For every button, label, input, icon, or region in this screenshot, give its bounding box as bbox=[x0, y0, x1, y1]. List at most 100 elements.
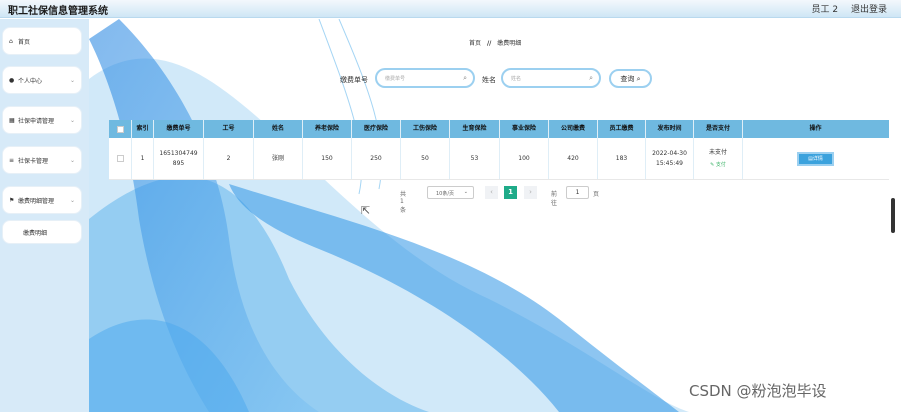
chevron-down-icon: ⌄ bbox=[69, 117, 75, 124]
top-right-menu: 员工 2 退出登录 bbox=[802, 2, 887, 15]
row-checkbox-cell[interactable] bbox=[109, 138, 132, 179]
header-cell: 医疗保险 bbox=[352, 120, 401, 138]
header-cell: 姓名 bbox=[254, 120, 303, 138]
checkbox[interactable] bbox=[116, 155, 124, 162]
table-header-row: 索引 缴费单号 工号 姓名 养老保险 医疗保险 工伤保险 生育保险 事业保险 公… bbox=[109, 120, 889, 138]
pager-total: 共 1 条 bbox=[400, 191, 407, 214]
search-icon: ⌕ bbox=[636, 75, 641, 83]
header-cell: 生育保险 bbox=[450, 120, 500, 138]
time-text: 15:45:49 bbox=[656, 159, 683, 167]
header-cell: 公司缴费 bbox=[549, 120, 598, 138]
page-size-value: 10条/页 bbox=[436, 191, 455, 197]
sidebar-item-label: 个人中心 bbox=[18, 77, 43, 85]
select-all-checkbox[interactable] bbox=[109, 120, 132, 138]
header-cell: 操作 bbox=[809, 125, 822, 132]
cell-unemployment: 100 bbox=[500, 138, 549, 179]
order-no-line2: 895 bbox=[172, 159, 185, 167]
chevron-down-icon: ⌄ bbox=[69, 197, 75, 204]
sidebar: ⌂ 首页 ● 个人中心 ⌄ ▦ 社保申请管理 ⌄ ≡ 社保卡管理 ⌄ ⚑ 缴费明… bbox=[0, 19, 89, 412]
cell-name: 张刚 bbox=[254, 138, 303, 179]
sidebar-item-payment-management[interactable]: ⚑ 缴费明细管理 ⌄ bbox=[2, 186, 82, 214]
cell-company-pay: 420 bbox=[549, 138, 598, 179]
page-number-button[interactable]: 1 bbox=[504, 186, 517, 199]
search-order-placeholder: 缴费单号 bbox=[385, 76, 406, 82]
cell-maternity: 53 bbox=[450, 138, 500, 179]
checkbox[interactable] bbox=[116, 125, 124, 133]
cell-date: 2022-04-30 15:45:49 bbox=[646, 138, 694, 179]
cell-medical: 250 bbox=[352, 138, 401, 179]
chevron-right-icon: › bbox=[529, 188, 532, 196]
cell-pension: 150 bbox=[303, 138, 352, 179]
sidebar-subitem-label: 缴费明细 bbox=[23, 229, 48, 237]
chevron-down-icon: ⌄ bbox=[69, 157, 75, 164]
scrollbar-thumb[interactable] bbox=[891, 198, 895, 233]
search-order-label: 缴费单号 bbox=[340, 76, 368, 84]
sidebar-item-social-insurance-application[interactable]: ▦ 社保申请管理 ⌄ bbox=[2, 106, 82, 134]
payment-table: 索引 缴费单号 工号 姓名 养老保险 医疗保险 工伤保险 生育保险 事业保险 公… bbox=[109, 120, 889, 180]
cell-actions: ▤ 详情 bbox=[743, 138, 888, 179]
mouse-cursor-icon: ⇱ bbox=[361, 204, 371, 217]
table-row: 1 1651304749 895 2 张刚 150 250 50 53 100 … bbox=[109, 138, 889, 180]
query-button-label: 查询 bbox=[620, 75, 635, 83]
header-cell: 发布时间 bbox=[646, 120, 694, 138]
search-name-label: 姓名 bbox=[482, 76, 496, 84]
search-icon: ⌕ bbox=[589, 74, 593, 82]
query-button[interactable]: 查询 ⌕ bbox=[609, 69, 652, 88]
cell-employee-pay: 183 bbox=[598, 138, 646, 179]
search-order-input[interactable]: 缴费单号 ⌕ bbox=[375, 68, 475, 88]
header-cell: 工伤保险 bbox=[401, 120, 450, 138]
cell-paid-status: 未支付 ✎ 支付 bbox=[694, 138, 743, 179]
chevron-down-icon: ⌄ bbox=[463, 189, 468, 195]
breadcrumb-home[interactable]: 首页 bbox=[469, 40, 481, 47]
goto-label: 前往 bbox=[551, 191, 558, 207]
header-cell: 索引 bbox=[132, 120, 154, 138]
paid-status-text: 未支付 bbox=[708, 148, 727, 156]
detail-button[interactable]: ▤ 详情 bbox=[797, 151, 834, 166]
sidebar-item-social-card[interactable]: ≡ 社保卡管理 ⌄ bbox=[2, 146, 82, 174]
top-bar: 职工社保信息管理系统 员工 2 退出登录 bbox=[0, 0, 901, 18]
detail-button-label: 详情 bbox=[812, 155, 823, 162]
date-text: 2022-04-30 bbox=[652, 149, 687, 157]
header-cell: 是否支付 bbox=[694, 120, 743, 138]
main-content: 首页 // 缴费明细 缴费单号 缴费单号 ⌕ 姓名 姓名 ⌕ 查询 ⌕ 索引 缴… bbox=[89, 19, 901, 412]
app-title: 职工社保信息管理系统 bbox=[8, 6, 108, 17]
grid-icon: ▦ bbox=[9, 116, 15, 124]
header-cell: 事业保险 bbox=[500, 120, 549, 138]
sidebar-item-home[interactable]: ⌂ 首页 bbox=[2, 27, 82, 55]
header-cell: 养老保险 bbox=[303, 120, 352, 138]
sidebar-item-label: 首页 bbox=[18, 38, 31, 46]
page-unit-label: 页 bbox=[593, 191, 600, 198]
flag-icon: ⚑ bbox=[9, 196, 15, 204]
search-icon: ⌕ bbox=[463, 74, 467, 82]
header-cell: 工号 bbox=[204, 120, 254, 138]
prev-page-button[interactable]: ‹ bbox=[485, 186, 498, 199]
sidebar-subitem-payment-details[interactable]: 缴费明细 bbox=[2, 220, 82, 244]
sidebar-item-label: 社保申请管理 bbox=[18, 117, 55, 125]
pay-link[interactable]: ✎ 支付 bbox=[710, 160, 726, 170]
chevron-left-icon: ‹ bbox=[490, 188, 493, 196]
logout-link[interactable]: 退出登录 bbox=[851, 5, 887, 15]
breadcrumb: 首页 // 缴费明细 bbox=[469, 38, 521, 47]
list-icon: ≡ bbox=[9, 156, 15, 164]
sidebar-item-label: 社保卡管理 bbox=[18, 157, 49, 165]
user-icon: ● bbox=[9, 76, 15, 84]
header-cell: 员工缴费 bbox=[598, 120, 646, 138]
order-no-line1: 1651304749 bbox=[159, 149, 198, 157]
cell-injury: 50 bbox=[401, 138, 450, 179]
cell-job-no: 2 bbox=[204, 138, 254, 179]
search-name-placeholder: 姓名 bbox=[511, 76, 522, 82]
goto-page-input[interactable]: 1 bbox=[566, 186, 589, 199]
search-name-input[interactable]: 姓名 ⌕ bbox=[501, 68, 601, 88]
header-cell: 缴费单号 bbox=[154, 120, 204, 138]
next-page-button[interactable]: › bbox=[524, 186, 537, 199]
cell-index: 1 bbox=[132, 138, 154, 179]
breadcrumb-separator: // bbox=[486, 40, 492, 47]
watermark: CSDN @粉泡泡毕设 bbox=[689, 382, 827, 400]
cell-order-no: 1651304749 895 bbox=[154, 138, 204, 179]
page-size-select[interactable]: 10条/页 ⌄ bbox=[427, 186, 474, 199]
home-icon: ⌂ bbox=[9, 37, 13, 45]
sidebar-item-label: 缴费明细管理 bbox=[18, 197, 55, 205]
user-name[interactable]: 员工 2 bbox=[812, 5, 839, 15]
sidebar-item-personal-center[interactable]: ● 个人中心 ⌄ bbox=[2, 66, 82, 94]
breadcrumb-current: 缴费明细 bbox=[497, 40, 522, 47]
